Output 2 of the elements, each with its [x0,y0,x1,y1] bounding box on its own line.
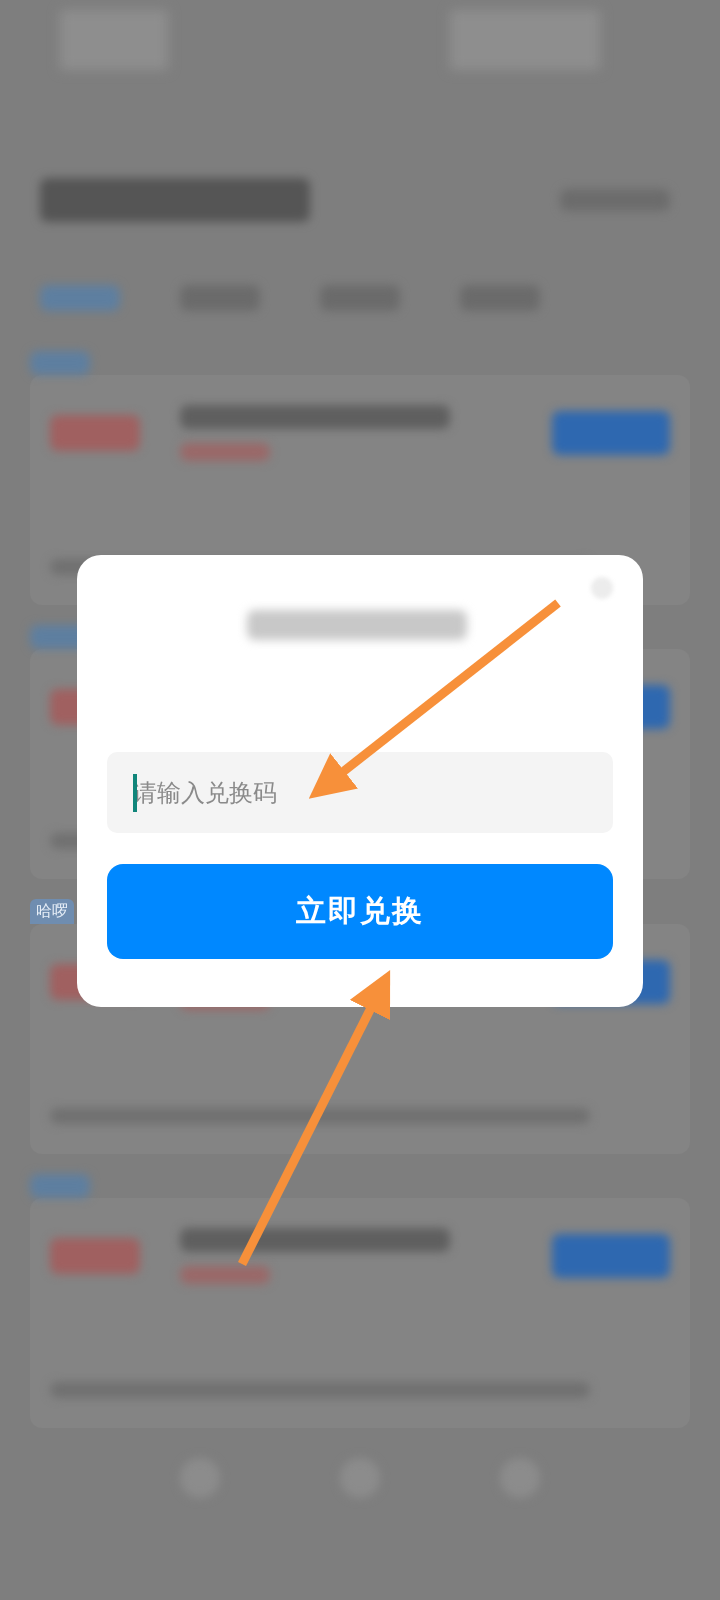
coupon-tag: 哈啰 [30,899,74,924]
redeem-button[interactable]: 立即兑换 [107,864,613,959]
